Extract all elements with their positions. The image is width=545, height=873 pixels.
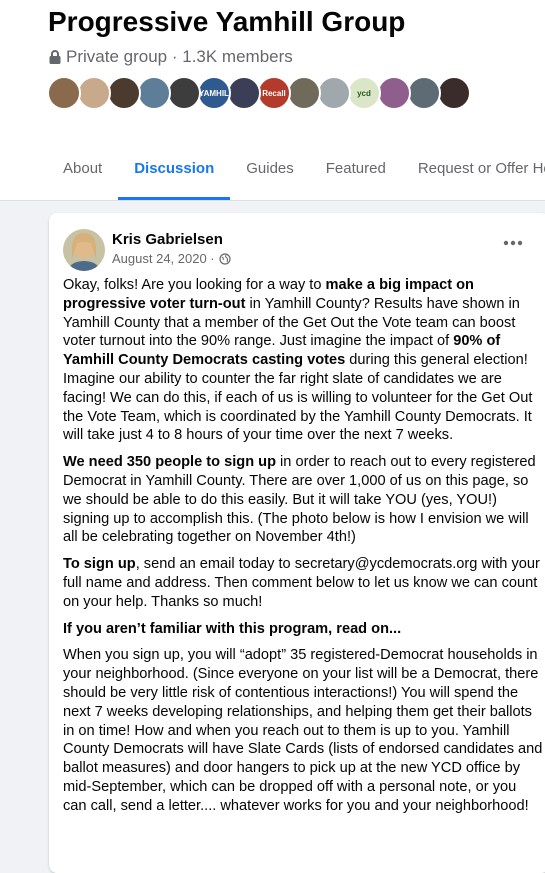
author-photo — [63, 229, 105, 271]
post-paragraph: Okay, folks! Are you looking for a way t… — [63, 276, 543, 445]
globe-icon — [219, 252, 231, 265]
post-text: When you sign up, you will “adopt” 35 re… — [63, 647, 543, 814]
post-text-bold: If you aren’t familiar with this program… — [63, 620, 402, 637]
post-paragraph: If you aren’t familiar with this program… — [63, 620, 543, 639]
post-body: Okay, folks! Are you looking for a way t… — [63, 276, 543, 824]
group-privacy[interactable]: Private group — [66, 47, 167, 67]
group-members-count[interactable]: 1.3K members — [182, 47, 293, 67]
lock-icon — [49, 50, 61, 64]
member-avatar[interactable] — [287, 76, 321, 110]
post-paragraph: We need 350 people to sign up in order t… — [63, 453, 543, 547]
member-avatar[interactable] — [77, 76, 111, 110]
member-avatar-label: YAMHILL — [199, 89, 231, 98]
group-header: Progressive Yamhill Group Private group … — [0, 0, 545, 201]
member-avatar[interactable] — [137, 76, 171, 110]
member-avatar[interactable]: Recall — [257, 76, 291, 110]
group-tabs: About Discussion Guides Featured Request or … — [0, 145, 545, 200]
post-paragraph: When you sign up, you will “adopt” 35 re… — [63, 646, 543, 815]
tab-featured[interactable]: Featured — [310, 145, 402, 200]
tab-discussion[interactable]: Discussion — [118, 145, 231, 200]
post-text-bold: To sign up — [63, 556, 136, 573]
more-options-icon[interactable] — [501, 239, 525, 247]
member-avatar-label: ycd — [357, 89, 371, 98]
member-avatar[interactable] — [107, 76, 141, 110]
author-avatar[interactable] — [63, 229, 105, 271]
post-meta: August 24, 2020 · — [112, 251, 231, 266]
member-avatar[interactable]: ycd — [347, 76, 381, 110]
meta-separator: · — [167, 47, 183, 66]
group-meta: Private group · 1.3K members — [48, 47, 293, 67]
tab-about[interactable]: About — [0, 145, 118, 200]
post-text: Okay, folks! Are you looking for a way t… — [63, 277, 326, 293]
member-avatar[interactable] — [167, 76, 201, 110]
member-avatar[interactable] — [407, 76, 441, 110]
member-avatar[interactable] — [227, 76, 261, 110]
group-title[interactable]: Progressive Yamhill Group — [48, 6, 405, 38]
post-date[interactable]: August 24, 2020 · — [112, 251, 215, 266]
post-text-bold: We need 350 people to sign up — [63, 454, 276, 471]
member-avatars: YAMHILL Recall ycd — [47, 76, 471, 110]
member-avatar[interactable] — [47, 76, 81, 110]
member-avatar-label: Recall — [262, 89, 286, 98]
member-avatar[interactable]: YAMHILL — [197, 76, 231, 110]
author-name[interactable]: Kris Gabrielsen — [112, 231, 223, 248]
tab-guides[interactable]: Guides — [230, 145, 310, 200]
member-avatar[interactable] — [437, 76, 471, 110]
post-paragraph: To sign up, send an email today to secre… — [63, 555, 543, 611]
post-card: Kris Gabrielsen August 24, 2020 · Okay, … — [49, 213, 545, 873]
member-avatar[interactable] — [377, 76, 411, 110]
tab-request[interactable]: Request or Offer He — [402, 145, 545, 200]
member-avatar[interactable] — [317, 76, 351, 110]
